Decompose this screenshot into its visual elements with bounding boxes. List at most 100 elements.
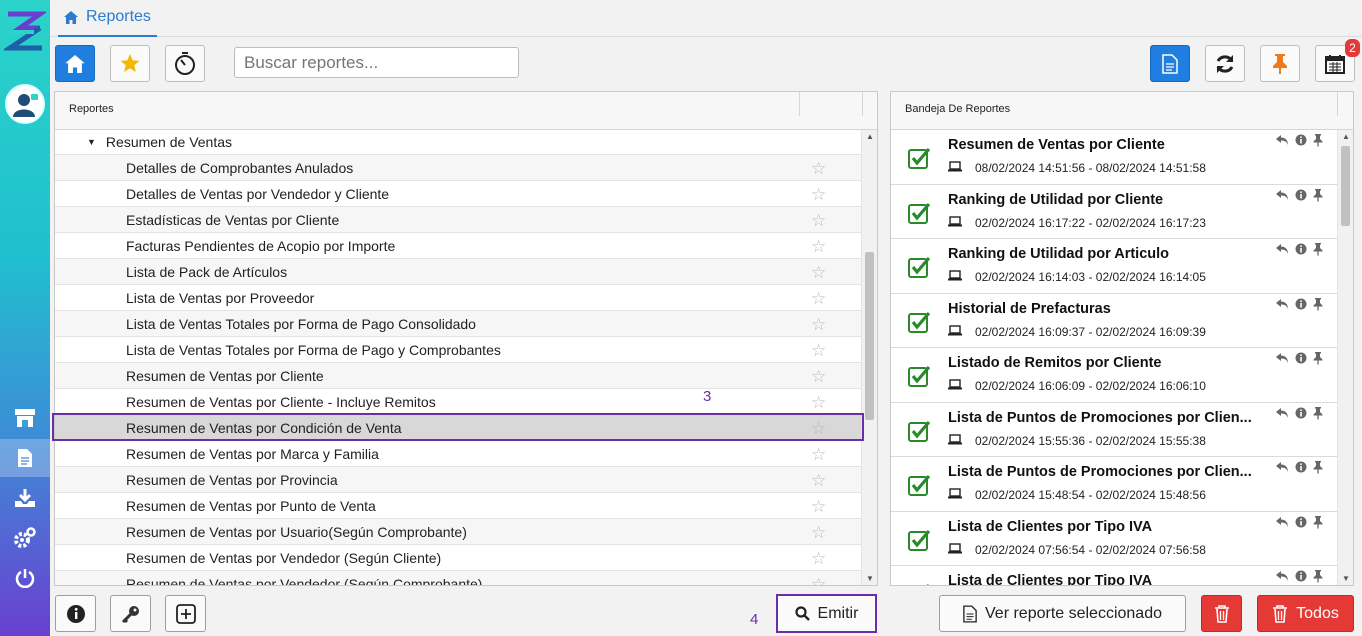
- info-icon[interactable]: [1295, 516, 1307, 528]
- reports-icon[interactable]: [0, 439, 50, 477]
- info-icon[interactable]: [1295, 189, 1307, 201]
- view-selected-report-button[interactable]: Ver reporte seleccionado: [939, 595, 1186, 632]
- pin-icon[interactable]: [1313, 243, 1323, 256]
- pin-icon[interactable]: [1313, 406, 1323, 420]
- reply-icon[interactable]: [1275, 352, 1289, 364]
- pin-icon[interactable]: [1313, 134, 1323, 147]
- favorite-star-icon[interactable]: ☆: [811, 497, 826, 517]
- info-icon[interactable]: [1295, 243, 1307, 255]
- reply-icon[interactable]: [1275, 134, 1289, 146]
- reports-scrollbar[interactable]: ▲ ▼: [861, 130, 877, 585]
- inbox-report-item[interactable]: Lista de Clientes por Tipo IVA 02/02/2024…: [891, 512, 1337, 566]
- inbox-report-item[interactable]: Ranking de Utilidad por Cliente 02/02/202…: [891, 185, 1337, 239]
- favorite-star-icon[interactable]: ☆: [811, 289, 826, 309]
- report-list-item[interactable]: Resumen de Ventas por Provincia ☆: [55, 466, 861, 492]
- reply-icon[interactable]: [1275, 407, 1289, 419]
- pin-icon[interactable]: [1313, 352, 1323, 365]
- pin-button[interactable]: [1260, 45, 1300, 82]
- pin-icon[interactable]: [1313, 461, 1323, 474]
- report-list-item[interactable]: Resumen de Ventas por Cliente ☆: [55, 362, 861, 388]
- store-icon[interactable]: [0, 399, 50, 437]
- tab-reportes[interactable]: Reportes: [58, 0, 157, 37]
- report-list-item[interactable]: Lista de Pack de Artículos ☆: [55, 258, 861, 284]
- report-list-item[interactable]: Lista de Ventas Totales por Forma de Pag…: [55, 336, 861, 362]
- report-list-item[interactable]: Detalles de Comprobantes Anulados ☆: [55, 154, 861, 180]
- favorite-star-icon[interactable]: ☆: [811, 367, 826, 387]
- info-icon[interactable]: [1295, 298, 1307, 310]
- favorite-star-icon[interactable]: ☆: [811, 575, 826, 585]
- info-icon[interactable]: [1295, 352, 1307, 364]
- favorite-star-icon[interactable]: ☆: [811, 237, 826, 257]
- info-icon[interactable]: [1295, 461, 1307, 473]
- inbox-report-item[interactable]: Resumen de Ventas por Cliente 08/02/2024 …: [891, 130, 1337, 185]
- reply-icon[interactable]: [1275, 243, 1289, 255]
- info-button[interactable]: [55, 595, 96, 632]
- report-list-item[interactable]: Lista de Ventas por Proveedor ☆: [55, 284, 861, 310]
- search-input[interactable]: [234, 47, 519, 78]
- report-list-item[interactable]: Facturas Pendientes de Acopio por Import…: [55, 232, 861, 258]
- reply-icon[interactable]: [1275, 516, 1289, 528]
- inbox-report-item[interactable]: Listado de Remitos por Cliente 02/02/2024…: [891, 348, 1337, 403]
- add-button[interactable]: [165, 595, 206, 632]
- report-list-item[interactable]: Resumen de Ventas por Vendedor (Según Cl…: [55, 544, 861, 570]
- inbox-report-item[interactable]: Lista de Puntos de Promociones por Clien…: [891, 457, 1337, 512]
- tree-group-resumen-ventas[interactable]: ▼ Resumen de Ventas: [55, 130, 861, 154]
- info-icon[interactable]: [1295, 570, 1307, 582]
- favorite-star-icon[interactable]: ☆: [811, 523, 826, 543]
- scroll-down-icon[interactable]: ▼: [1342, 574, 1350, 583]
- favorite-star-icon[interactable]: ☆: [811, 211, 826, 231]
- favorite-star-icon[interactable]: ☆: [811, 549, 826, 569]
- info-icon[interactable]: [1295, 134, 1307, 146]
- calendar-button[interactable]: 2: [1315, 39, 1360, 82]
- report-list-item[interactable]: Resumen de Ventas por Cliente - Incluye …: [55, 388, 861, 414]
- pin-icon[interactable]: [1313, 188, 1323, 202]
- scroll-up-icon[interactable]: ▲: [866, 132, 874, 141]
- reply-icon[interactable]: [1275, 189, 1289, 201]
- favorites-button[interactable]: [110, 45, 150, 82]
- scroll-up-icon[interactable]: ▲: [1342, 132, 1350, 141]
- favorite-star-icon[interactable]: ☆: [811, 393, 826, 413]
- history-button[interactable]: [165, 45, 205, 82]
- pin-icon[interactable]: [1313, 515, 1323, 529]
- inbox-download-icon[interactable]: [0, 479, 50, 517]
- reply-icon[interactable]: [1275, 570, 1289, 582]
- reports-view-button[interactable]: [1150, 45, 1190, 82]
- favorite-star-icon[interactable]: ☆: [811, 159, 826, 179]
- report-list-item[interactable]: Detalles de Ventas por Vendedor y Client…: [55, 180, 861, 206]
- scroll-thumb[interactable]: [865, 252, 874, 420]
- favorite-star-icon[interactable]: ☆: [811, 341, 826, 361]
- report-list-item[interactable]: Lista de Ventas Totales por Forma de Pag…: [55, 310, 861, 336]
- caret-down-icon[interactable]: ▼: [87, 137, 96, 147]
- report-list-item[interactable]: Resumen de Ventas por Punto de Venta ☆: [55, 492, 861, 518]
- reply-icon[interactable]: [1275, 298, 1289, 310]
- delete-button[interactable]: [1201, 595, 1242, 632]
- power-icon[interactable]: [0, 559, 50, 597]
- inbox-report-item[interactable]: Lista de Puntos de Promociones por Clien…: [891, 403, 1337, 457]
- inbox-report-item[interactable]: Historial de Prefacturas 02/02/2024 16:09…: [891, 294, 1337, 348]
- delete-all-button[interactable]: Todos: [1257, 595, 1354, 632]
- inbox-item-title: Ranking de Utilidad por Cliente: [948, 191, 1164, 208]
- favorite-star-icon[interactable]: ☆: [811, 445, 826, 465]
- inbox-report-item[interactable]: Lista de Clientes por Tipo IVA: [891, 566, 1337, 585]
- favorite-star-icon[interactable]: ☆: [811, 185, 826, 205]
- refresh-button[interactable]: [1205, 45, 1245, 82]
- favorite-star-icon[interactable]: ☆: [811, 315, 826, 335]
- inbox-scrollbar[interactable]: ▲ ▼: [1337, 130, 1353, 585]
- user-avatar[interactable]: [5, 84, 45, 124]
- favorite-star-icon[interactable]: ☆: [811, 263, 826, 283]
- report-list-item[interactable]: Resumen de Ventas por Vendedor (Según Co…: [55, 570, 861, 585]
- favorite-star-icon[interactable]: ☆: [811, 471, 826, 491]
- pin-icon[interactable]: [1313, 297, 1323, 311]
- reply-icon[interactable]: [1275, 461, 1289, 473]
- info-icon[interactable]: [1295, 407, 1307, 419]
- report-list-item[interactable]: Resumen de Ventas por Usuario(Según Comp…: [55, 518, 861, 544]
- report-list-item[interactable]: Resumen de Ventas por Marca y Familia ☆: [55, 440, 861, 466]
- pin-icon[interactable]: [1313, 570, 1323, 583]
- key-button[interactable]: [110, 595, 151, 632]
- scroll-down-icon[interactable]: ▼: [866, 574, 874, 583]
- home-button[interactable]: [55, 45, 95, 82]
- settings-icon[interactable]: [0, 519, 50, 557]
- scroll-thumb[interactable]: [1341, 146, 1350, 226]
- report-list-item[interactable]: Estadísticas de Ventas por Cliente ☆: [55, 206, 861, 232]
- inbox-report-item[interactable]: Ranking de Utilidad por Articulo 02/02/20…: [891, 239, 1337, 294]
